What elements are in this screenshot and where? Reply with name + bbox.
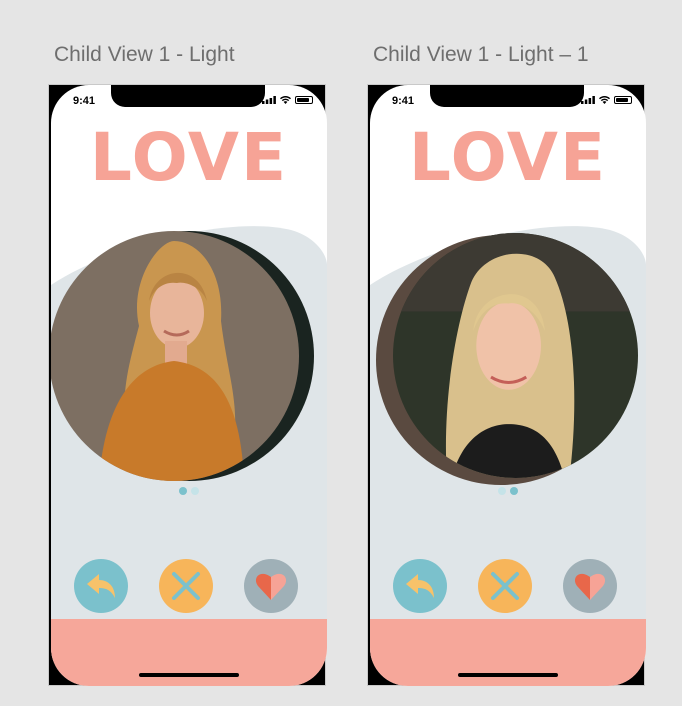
like-button[interactable] (563, 559, 617, 613)
woman-portrait-image (51, 231, 299, 481)
reply-arrow-icon (406, 574, 434, 598)
dislike-button[interactable] (159, 559, 213, 613)
status-time: 9:41 (392, 95, 415, 107)
battery-icon (614, 96, 632, 104)
signal-icon (262, 96, 276, 104)
status-icons (262, 96, 313, 104)
profile-photo[interactable] (51, 231, 299, 481)
home-indicator (458, 673, 558, 677)
reply-arrow-icon (87, 574, 115, 598)
undo-button[interactable] (74, 559, 128, 613)
phone-frame-2: 9:41 LOVE (367, 84, 646, 686)
undo-button[interactable] (393, 559, 447, 613)
pagination-dots (51, 487, 327, 495)
phone-screen-1: 9:41 LOVE (51, 85, 327, 686)
wifi-icon (280, 96, 291, 104)
page-dot-active[interactable] (510, 487, 518, 495)
love-logo: LOVE (89, 119, 289, 196)
notch (430, 85, 584, 107)
notch (111, 85, 265, 107)
x-icon (172, 572, 200, 600)
woman-portrait-image (393, 233, 638, 478)
dislike-button[interactable] (478, 559, 532, 613)
heart-icon (255, 573, 287, 600)
wifi-icon (599, 96, 610, 104)
like-button[interactable] (244, 559, 298, 613)
page-dot-active[interactable] (179, 487, 187, 495)
signal-icon (581, 96, 595, 104)
phone-screen-2: 9:41 LOVE (370, 85, 646, 686)
pagination-dots (370, 487, 646, 495)
status-icons (581, 96, 632, 104)
status-time: 9:41 (73, 95, 96, 107)
phone-frame-1: 9:41 LOVE (48, 84, 327, 686)
home-indicator (139, 673, 239, 677)
heart-icon (574, 573, 606, 600)
love-logo: LOVE (408, 119, 608, 196)
page-dot[interactable] (191, 487, 199, 495)
profile-photo[interactable] (393, 233, 638, 478)
artboard-label-1: Child View 1 - Light (54, 43, 235, 66)
x-icon (491, 572, 519, 600)
battery-icon (295, 96, 313, 104)
artboard-label-2: Child View 1 - Light – 1 (373, 43, 589, 66)
page-dot[interactable] (498, 487, 506, 495)
